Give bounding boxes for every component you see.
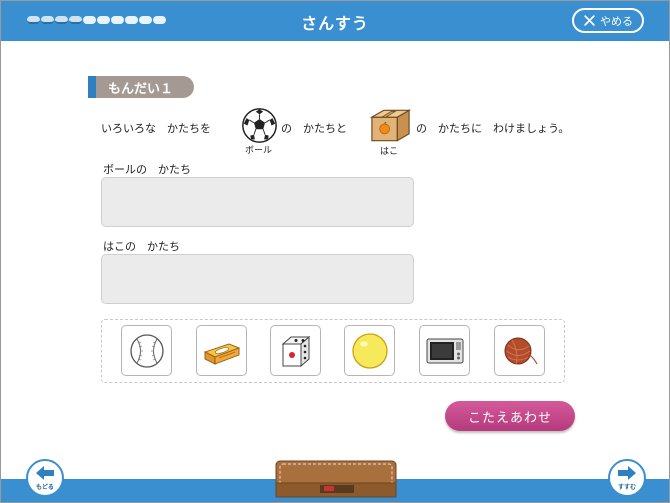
card-yarn-ball[interactable] [494,325,545,376]
card-dice[interactable] [270,325,321,376]
instruction: いろいろな かたちを ボール の かたちと はこ の かたちに わけましょう。 [101,108,621,157]
next-button[interactable]: すすむ [608,459,646,497]
box-shape-drop-zone[interactable] [101,254,414,304]
quit-label: やめる [600,14,633,28]
toolbox-icon[interactable] [274,459,398,499]
tissue-box-icon [203,343,240,365]
cardboard-box-icon [369,109,412,142]
card-yellow-ball[interactable] [344,325,395,376]
arrow-right-icon [618,466,636,480]
instruction-text-a: いろいろな かたちを [101,122,211,135]
ball-zone-label: ボールの かたち [103,163,191,176]
next-label: すすむ [617,484,636,491]
instruction-text-b: の かたちと [281,122,347,135]
card-tissue-box[interactable] [196,325,247,376]
app-title: さんすう [301,14,369,33]
question-tag: もんだい１ [88,76,194,98]
dice-icon [281,335,310,367]
baseball-icon [129,333,164,368]
back-button[interactable]: もどる [26,459,64,497]
box-zone-label: はこの かたち [103,240,180,253]
back-label: もどる [36,484,54,491]
quit-button[interactable]: やめる [572,8,644,33]
top-bar: さんすう やめる [1,1,669,41]
check-answer-button[interactable]: こたえあわせ [445,401,575,431]
ball-caption: ボール [245,146,273,156]
question-tag-marker [88,76,96,98]
ball-shape-drop-zone[interactable] [101,177,414,227]
instruction-text-c: の かたちに わけましょう。 [416,122,570,135]
arrow-left-icon [36,466,54,480]
soccer-ball-icon [242,108,277,143]
app-frame: さんすう やめる もんだい１ いろいろな かたちを ボール の かたちと はこ … [0,0,670,503]
microwave-icon [426,338,463,363]
card-baseball[interactable] [121,325,172,376]
close-icon [584,15,595,26]
yarn-ball-icon [504,337,538,364]
card-microwave[interactable] [419,325,470,376]
yellow-ball-icon [351,332,388,369]
box-caption: はこ [380,147,399,157]
